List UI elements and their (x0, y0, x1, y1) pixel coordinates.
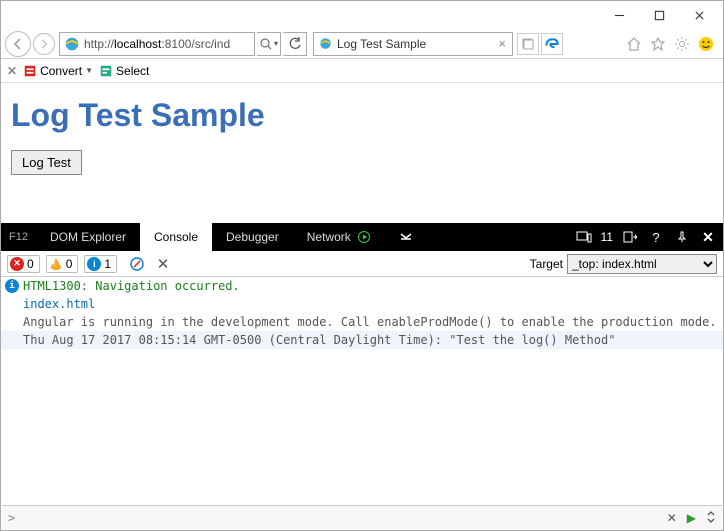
step-icon[interactable] (621, 228, 639, 246)
target-label: Target (530, 257, 563, 271)
toolbar-close-button[interactable]: ✕ (7, 64, 17, 78)
browser-tab[interactable]: Log Test Sample × (313, 32, 513, 56)
minimize-button[interactable] (599, 3, 639, 27)
f12-label: F12 (1, 223, 36, 251)
new-tab-button[interactable] (517, 33, 539, 55)
page-heading: Log Test Sample (11, 97, 713, 134)
info-icon: i (87, 257, 101, 271)
home-icon[interactable] (625, 35, 643, 53)
console-toolbar: ✕ 0 ! 0 i 1 ✕ Target _top: index.html (1, 251, 723, 277)
warnings-filter[interactable]: ! 0 (46, 255, 79, 273)
tab-console[interactable]: Console (140, 223, 212, 251)
console-prompt[interactable]: > (2, 511, 21, 525)
convert-button[interactable]: Convert ▼ (23, 64, 93, 78)
console-output[interactable]: i HTML1300: Navigation occurred. index.h… (1, 277, 723, 487)
play-icon (357, 230, 371, 244)
smiley-icon[interactable] (697, 35, 715, 53)
page-content: Log Test Sample Log Test (1, 83, 723, 223)
run-button[interactable]: ▶ (687, 511, 696, 525)
refresh-button[interactable] (283, 32, 307, 56)
search-button[interactable]: ▾ (257, 32, 281, 56)
emulation-icon[interactable] (575, 228, 593, 246)
maximize-button[interactable] (639, 3, 679, 27)
select-icon (99, 64, 113, 78)
info-filter[interactable]: i 1 (84, 255, 117, 273)
console-row: i HTML1300: Navigation occurred. (1, 277, 723, 295)
help-icon[interactable]: ? (647, 228, 665, 246)
pdf-icon (23, 64, 37, 78)
console-row: Angular is running in the development mo… (1, 313, 723, 331)
clear-console-button[interactable]: ✕ (153, 254, 173, 274)
expand-button[interactable] (706, 511, 716, 525)
tab-dom-explorer[interactable]: DOM Explorer (36, 223, 140, 251)
favorites-icon[interactable] (649, 35, 667, 53)
clear-input-button[interactable]: ✕ (667, 511, 677, 525)
errors-filter[interactable]: ✕ 0 (7, 255, 40, 273)
pin-icon[interactable] (673, 228, 691, 246)
edge-button[interactable] (541, 33, 563, 55)
ie-icon (318, 36, 333, 51)
pdf-toolbar: ✕ Convert ▼ Select (1, 59, 723, 83)
back-button[interactable] (5, 31, 31, 57)
forward-button[interactable] (33, 33, 55, 55)
console-row: Thu Aug 17 2017 08:15:14 GMT-0500 (Centr… (1, 331, 723, 349)
log-test-button[interactable]: Log Test (11, 150, 82, 175)
devtools-close-button[interactable]: ✕ (699, 228, 717, 246)
url-text: http://localhost:8100/src/ind (84, 37, 254, 51)
target-select[interactable]: _top: index.html (567, 254, 717, 274)
tab-title: Log Test Sample (337, 37, 496, 51)
error-count: 11 (601, 230, 613, 244)
warning-icon: ! (49, 258, 63, 270)
window-titlebar (1, 1, 723, 29)
preserve-log-icon[interactable] (127, 254, 147, 274)
error-icon: ✕ (10, 257, 24, 271)
info-icon: i (5, 279, 19, 293)
ie-icon (63, 35, 81, 53)
overflow-button[interactable] (385, 223, 427, 251)
tab-close-button[interactable]: × (496, 36, 508, 51)
settings-icon[interactable] (673, 35, 691, 53)
select-button[interactable]: Select (99, 64, 149, 78)
address-bar[interactable]: http://localhost:8100/src/ind (59, 32, 255, 56)
tab-network[interactable]: Network (293, 223, 385, 251)
close-button[interactable] (679, 3, 719, 27)
devtools-tabbar: F12 DOM Explorer Console Debugger Networ… (1, 223, 723, 251)
browser-toolbar-right (625, 35, 719, 53)
tab-debugger[interactable]: Debugger (212, 223, 293, 251)
console-input-bar: > ✕ ▶ (2, 505, 722, 529)
console-row-file[interactable]: index.html (1, 295, 723, 313)
browser-navbar: http://localhost:8100/src/ind ▾ Log Test… (1, 29, 723, 59)
